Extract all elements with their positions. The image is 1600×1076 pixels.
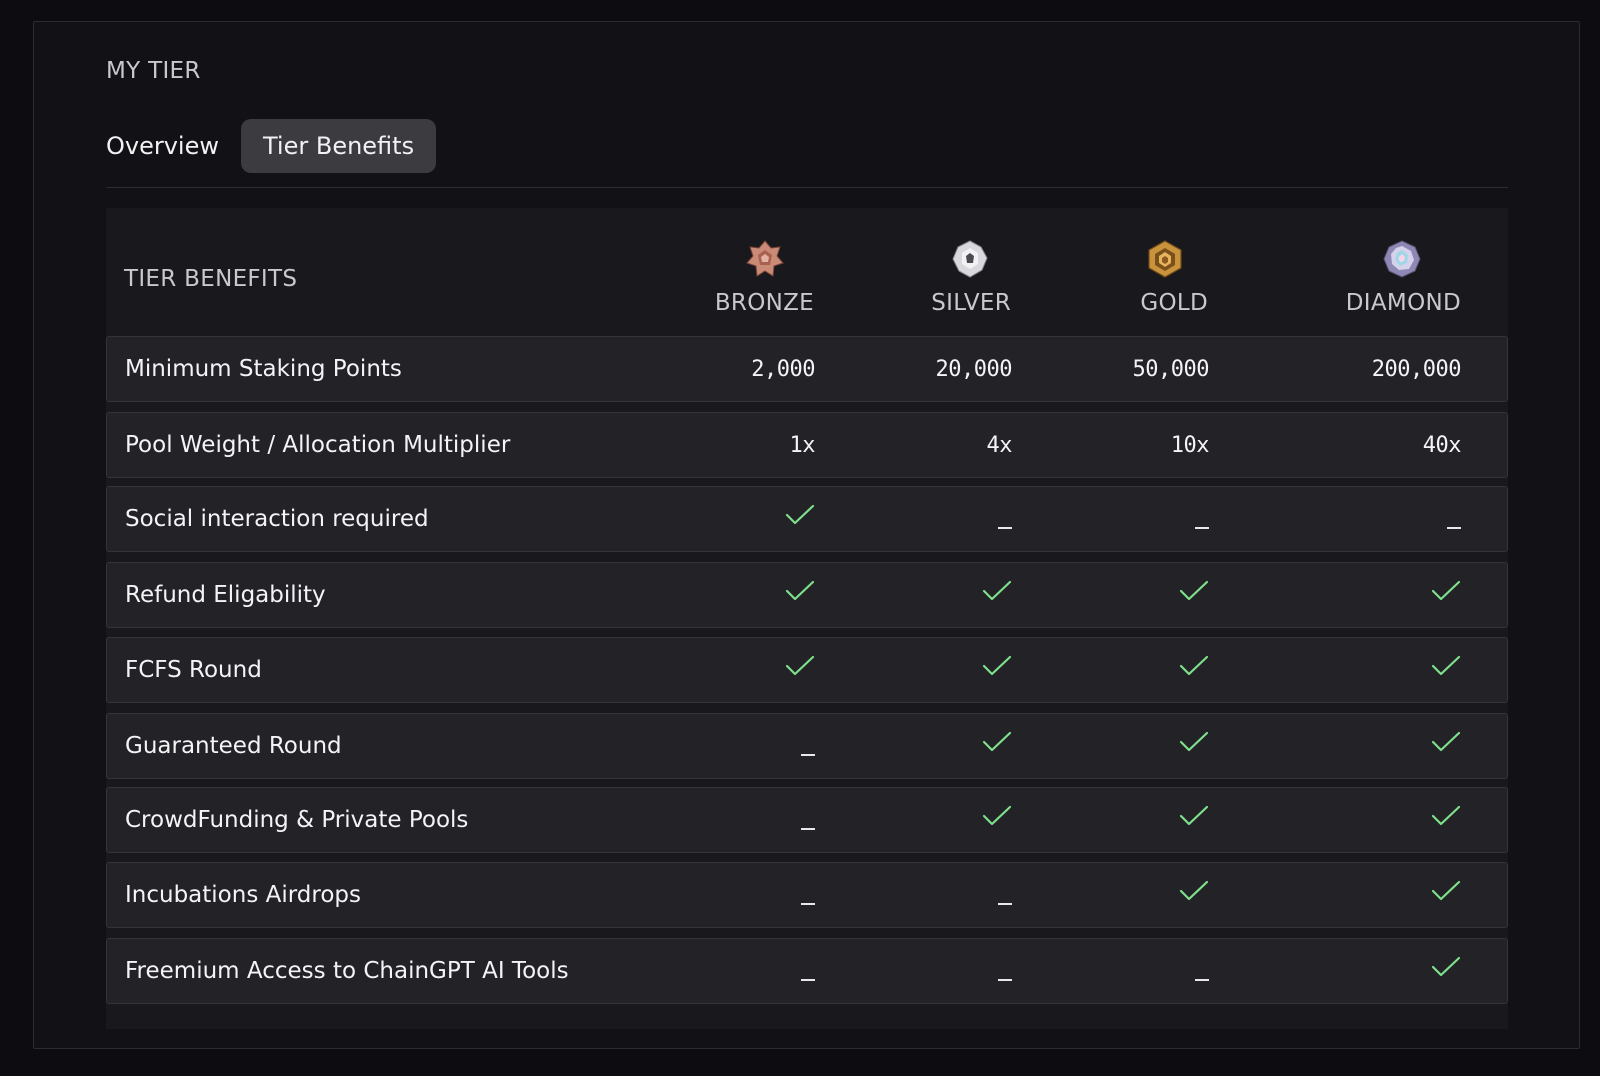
row-label: CrowdFunding & Private Pools <box>125 807 469 833</box>
table-row: FCFS Round <box>106 637 1508 703</box>
row-label: Incubations Airdrops <box>125 882 362 908</box>
cell-gold <box>1009 563 1209 627</box>
table-row: Social interaction required <box>106 486 1508 552</box>
cell-silver <box>812 714 1012 778</box>
table-row: Refund Eligability <box>106 562 1508 628</box>
tab-tier-benefits[interactable]: Tier Benefits <box>241 119 437 173</box>
check-icon <box>785 580 815 601</box>
cell-diamond <box>1261 788 1461 852</box>
row-label: Guaranteed Round <box>125 733 342 759</box>
cell-diamond <box>1261 863 1461 927</box>
cell-value: 200,000 <box>1371 356 1462 382</box>
tier-name-gold: GOLD <box>1140 290 1208 316</box>
tab-bar: Overview Tier Benefits <box>106 119 437 173</box>
check-icon <box>1431 880 1461 901</box>
cell-bronze <box>615 939 815 1003</box>
check-icon <box>982 805 1012 826</box>
cell-diamond <box>1261 714 1461 778</box>
dash-icon <box>1195 527 1209 529</box>
cell-silver: 4x <box>812 413 1013 477</box>
cell-value: 50,000 <box>1132 356 1210 382</box>
cell-bronze <box>615 714 815 778</box>
check-icon <box>785 655 815 676</box>
check-icon <box>1431 731 1461 752</box>
cell-bronze: 1x <box>615 413 816 477</box>
diamond-tier-icon <box>1383 240 1421 278</box>
tier-name-silver: SILVER <box>931 290 1011 316</box>
silver-tier-icon <box>952 240 988 278</box>
row-label: Minimum Staking Points <box>125 356 402 382</box>
check-icon <box>982 580 1012 601</box>
cell-diamond <box>1261 487 1461 551</box>
table-row: Pool Weight / Allocation Multiplier 1x 4x 1… <box>106 412 1508 478</box>
cell-diamond <box>1261 563 1461 627</box>
cell-silver <box>812 788 1012 852</box>
check-icon <box>1179 580 1209 601</box>
cell-silver: 20,000 <box>812 337 1013 401</box>
cell-silver <box>812 939 1012 1003</box>
table-row: Incubations Airdrops <box>106 862 1508 928</box>
tier-name-diamond: DIAMOND <box>1345 290 1461 316</box>
tier-benefits-table: TIER BENEFITS BRONZE SILVER GOLD DIAMOND… <box>106 208 1508 1029</box>
cell-value: 20,000 <box>935 356 1013 382</box>
check-icon <box>1179 805 1209 826</box>
cell-bronze <box>615 487 815 551</box>
table-row: CrowdFunding & Private Pools <box>106 787 1508 853</box>
cell-gold <box>1009 863 1209 927</box>
check-icon <box>1431 805 1461 826</box>
table-row: Freemium Access to ChainGPT AI Tools <box>106 938 1508 1004</box>
cell-diamond: 40x <box>1261 413 1462 477</box>
cell-diamond <box>1261 939 1461 1003</box>
tab-overview[interactable]: Overview <box>106 119 241 173</box>
cell-value: 40x <box>1422 432 1462 458</box>
check-icon <box>1179 880 1209 901</box>
row-label: Refund Eligability <box>125 582 326 608</box>
table-row: Minimum Staking Points 2,000 20,000 50,000 2… <box>106 336 1508 402</box>
cell-bronze <box>615 563 815 627</box>
check-icon <box>1431 655 1461 676</box>
cell-diamond: 200,000 <box>1261 337 1462 401</box>
dash-icon <box>1447 527 1461 529</box>
gold-tier-icon <box>1148 240 1182 278</box>
table-header: TIER BENEFITS BRONZE SILVER GOLD DIAMOND <box>106 208 1508 336</box>
row-label: Pool Weight / Allocation Multiplier <box>125 432 511 458</box>
cell-gold <box>1009 714 1209 778</box>
cell-value: 10x <box>1170 432 1210 458</box>
check-icon <box>785 504 815 525</box>
cell-gold <box>1009 638 1209 702</box>
table-row: Guaranteed Round <box>106 713 1508 779</box>
cell-gold <box>1009 939 1209 1003</box>
tier-name-bronze: BRONZE <box>714 290 814 316</box>
cell-gold: 10x <box>1009 413 1210 477</box>
cell-bronze <box>615 863 815 927</box>
check-icon <box>982 655 1012 676</box>
check-icon <box>1431 580 1461 601</box>
cell-value: 2,000 <box>751 356 815 382</box>
row-label: FCFS Round <box>125 657 262 683</box>
check-icon <box>1431 956 1461 977</box>
row-label: Social interaction required <box>125 506 429 532</box>
cell-silver <box>812 487 1012 551</box>
cell-diamond <box>1261 638 1461 702</box>
cell-silver <box>812 863 1012 927</box>
my-tier-panel: MY TIER Overview Tier Benefits TIER BENE… <box>33 21 1580 1049</box>
cell-gold <box>1009 487 1209 551</box>
dash-icon <box>1195 979 1209 981</box>
check-icon <box>982 731 1012 752</box>
row-label: Freemium Access to ChainGPT AI Tools <box>125 958 569 984</box>
check-icon <box>1179 655 1209 676</box>
cell-bronze <box>615 788 815 852</box>
cell-bronze: 2,000 <box>615 337 815 401</box>
cell-silver <box>812 638 1012 702</box>
cell-silver <box>812 563 1012 627</box>
cell-gold: 50,000 <box>1009 337 1210 401</box>
cell-bronze <box>615 638 815 702</box>
table-header-label: TIER BENEFITS <box>124 266 298 292</box>
section-title: MY TIER <box>106 58 201 84</box>
cell-gold <box>1009 788 1209 852</box>
check-icon <box>1179 731 1209 752</box>
tab-divider <box>106 187 1508 188</box>
bronze-tier-icon <box>746 240 784 277</box>
